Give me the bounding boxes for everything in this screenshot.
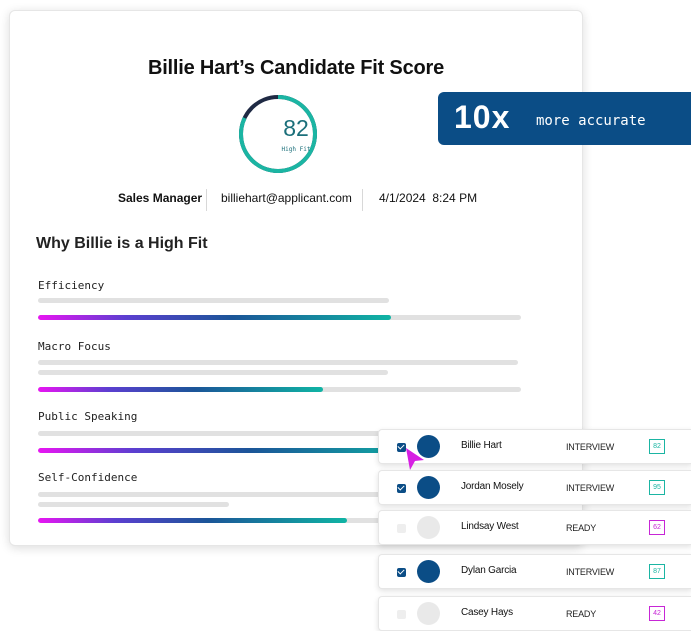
accuracy-badge: 10x more accurate — [438, 92, 691, 145]
row-checkbox[interactable] — [397, 524, 406, 533]
avatar — [417, 476, 440, 499]
criterion-label: Self-Confidence — [38, 471, 138, 484]
criterion-placeholder-line — [38, 370, 388, 375]
criterion-placeholder-line — [38, 502, 229, 507]
candidate-score-badge: 82 — [649, 439, 665, 454]
criterion-label: Efficiency — [38, 279, 105, 292]
criterion-label: Public Speaking — [38, 410, 138, 423]
page-title: Billie Hart’s Candidate Fit Score — [147, 57, 445, 79]
candidate-name: Billie Hart — [461, 440, 502, 451]
candidate-score-badge: 62 — [649, 520, 665, 535]
candidate-row[interactable]: Casey Hays READY 42 — [378, 596, 691, 631]
candidate-status: READY — [566, 609, 597, 619]
candidate-role: Sales Manager — [118, 191, 203, 205]
meta-divider — [362, 189, 363, 211]
candidate-row[interactable]: Jordan Mosely INTERVIEW 95 — [378, 470, 691, 505]
candidate-status: INTERVIEW — [566, 483, 615, 493]
candidate-status: INTERVIEW — [566, 442, 615, 452]
fit-score-card: Billie Hart’s Candidate Fit Score 82 Hig… — [9, 10, 583, 546]
fit-score-label: High Fit — [281, 146, 311, 153]
candidate-name: Lindsay West — [461, 521, 519, 532]
criterion-bar-macro-focus — [38, 387, 521, 392]
criterion-placeholder-line — [38, 360, 518, 365]
avatar — [417, 516, 440, 539]
candidate-name: Casey Hays — [461, 607, 513, 618]
candidate-score-badge: 42 — [649, 606, 665, 621]
candidate-datetime: 4/1/2024 8:24 PM — [379, 191, 478, 205]
candidate-status: INTERVIEW — [566, 567, 615, 577]
row-checkbox[interactable] — [397, 568, 406, 577]
accuracy-multiplier: 10x — [454, 99, 511, 135]
criterion-bar-fill — [38, 518, 348, 523]
mouse-cursor-icon — [406, 448, 424, 470]
avatar — [417, 560, 440, 583]
criterion-bar-efficiency — [38, 315, 521, 320]
criterion-bar-fill — [38, 315, 391, 320]
row-checkbox[interactable] — [397, 484, 406, 493]
avatar — [417, 602, 440, 625]
candidate-score-badge: 87 — [649, 564, 665, 579]
candidate-score-badge: 95 — [649, 480, 665, 495]
candidate-name: Jordan Mosely — [461, 481, 524, 492]
candidate-row[interactable]: Dylan Garcia INTERVIEW 87 — [378, 554, 691, 589]
criterion-bar-fill — [38, 448, 425, 453]
meta-divider — [206, 189, 207, 211]
candidate-status: READY — [566, 523, 597, 533]
candidate-email: billiehart@applicant.com — [221, 191, 352, 205]
candidate-row[interactable]: Lindsay West READY 62 — [378, 510, 691, 545]
criterion-label: Macro Focus — [38, 340, 111, 353]
row-checkbox[interactable] — [397, 610, 406, 619]
criterion-bar-fill — [38, 387, 323, 392]
section-title: Why Billie is a High Fit — [36, 235, 208, 252]
accuracy-text: more accurate — [536, 113, 646, 129]
candidate-name: Dylan Garcia — [461, 565, 517, 576]
criterion-placeholder-line — [38, 298, 389, 303]
